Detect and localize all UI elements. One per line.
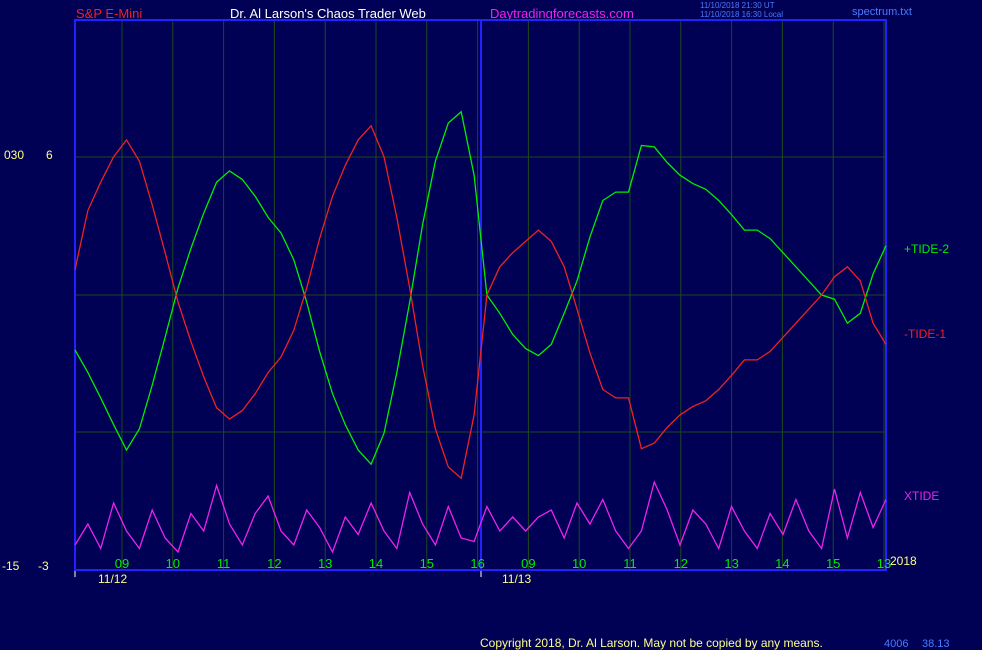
x-tick-label: 10: [572, 556, 586, 571]
x-tick-label: 13: [724, 556, 738, 571]
x-tick-label: 15: [826, 556, 840, 571]
date-label: 11/12: [98, 572, 127, 586]
tide-chart-svg: 09 10 11 12 13 14 15 16 09 10 11 12 13 14 15 13 11/12 11/…: [74, 19, 891, 586]
x-tick-label: 14: [775, 556, 789, 571]
x-tick-label: 13: [877, 556, 891, 571]
chart-window: S&P E-Mini Dr. Al Larson's Chaos Trader …: [0, 0, 982, 650]
x-tick-label: 16: [470, 556, 484, 571]
x-tick-label: 09: [521, 556, 535, 571]
x-tick-label: 10: [166, 556, 180, 571]
x-tick-label: 11: [217, 556, 231, 571]
x-tick-label: 11: [623, 556, 637, 571]
x-tick-label: 13: [318, 556, 332, 571]
x-tick-label: 09: [115, 556, 129, 571]
x-tick-label: 12: [674, 556, 688, 571]
x-tick-label: 12: [267, 556, 281, 571]
x-tick-label: 14: [369, 556, 383, 571]
x-tick-label: 15: [420, 556, 434, 571]
date-label: 11/13: [502, 572, 531, 586]
